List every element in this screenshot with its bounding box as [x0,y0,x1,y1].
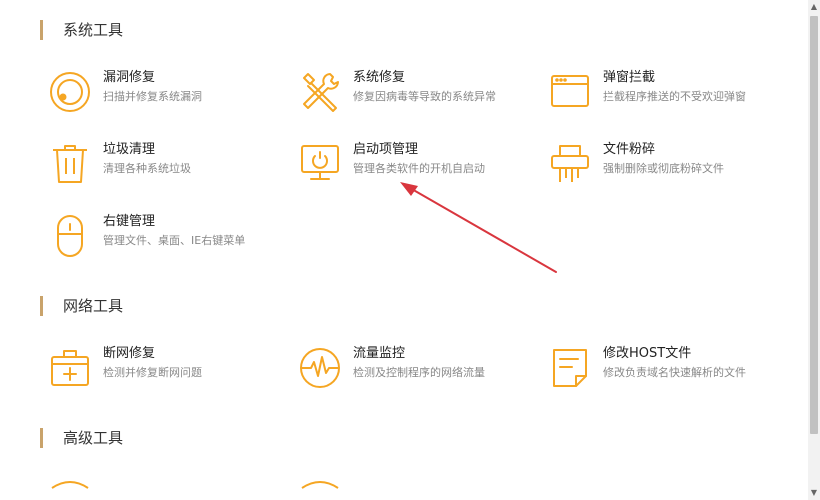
tool-desc: 拦截程序推送的不受欢迎弹窗 [603,90,746,103]
tool-network-repair[interactable]: 断网修复 检测并修复断网问题 [48,346,288,392]
tool-startup-manager[interactable]: 启动项管理 管理各类软件的开机自启动 [298,142,538,188]
first-aid-kit-icon [48,346,92,390]
shredder-icon [548,142,592,186]
tool-name: 启动项管理 [353,142,419,157]
tool-desc: 强制删除或彻底粉碎文件 [603,162,724,175]
trash-can-icon [48,142,92,186]
partial-icon [298,478,342,500]
tool-system-repair[interactable]: 系统修复 修复因病毒等导致的系统异常 [298,70,538,116]
tool-desc: 修改负责域名快速解析的文件 [603,366,746,379]
tool-edit-host-file[interactable]: 修改HOST文件 修改负责域名快速解析的文件 [548,346,788,392]
tool-name: 漏洞修复 [103,70,156,85]
section-title-system-tools: 系统工具 [40,20,123,40]
tool-name: 弹窗拦截 [603,70,656,85]
section-title-advanced-tools: 高级工具 [40,428,123,448]
monitor-power-icon [298,142,342,186]
tool-name: 右键管理 [103,214,156,229]
document-edit-icon [548,346,592,390]
tool-desc: 扫描并修复系统漏洞 [103,90,202,103]
tool-name: 系统修复 [353,70,406,85]
tool-name: 流量监控 [353,346,406,361]
vertical-scrollbar[interactable]: ▲ ▼ [808,0,820,500]
tool-file-shredder[interactable]: 文件粉碎 强制删除或彻底粉碎文件 [548,142,788,188]
tool-right-click-manager[interactable]: 右键管理 管理文件、桌面、IE右键菜单 [48,214,288,260]
section-title-network-tools: 网络工具 [40,296,123,316]
shield-target-icon [48,70,92,114]
tool-desc: 管理各类软件的开机自启动 [353,162,485,175]
tool-advanced-2[interactable] [298,478,538,500]
partial-icon [48,478,92,500]
tool-vulnerability-repair[interactable]: 漏洞修复 扫描并修复系统漏洞 [48,70,288,116]
tool-desc: 修复因病毒等导致的系统异常 [353,90,496,103]
tool-desc: 管理文件、桌面、IE右键菜单 [103,234,246,247]
tool-desc: 检测及控制程序的网络流量 [353,366,485,379]
tool-name: 断网修复 [103,346,156,361]
window-popup-icon [548,70,592,114]
tool-traffic-monitor[interactable]: 流量监控 检测及控制程序的网络流量 [298,346,538,392]
tool-popup-blocker[interactable]: 弹窗拦截 拦截程序推送的不受欢迎弹窗 [548,70,788,116]
tool-name: 文件粉碎 [603,142,656,157]
scrollbar-thumb[interactable] [810,16,818,434]
tool-advanced-1[interactable] [48,478,288,500]
tool-junk-cleanup[interactable]: 垃圾清理 清理各种系统垃圾 [48,142,288,188]
mouse-icon [48,214,92,258]
tools-panel: 系统工具 漏洞修复 扫描并修复系统漏洞 系统修复 修复因病毒等导致的系统异常 弹… [0,0,808,500]
scroll-up-arrow-icon[interactable]: ▲ [808,0,820,14]
tool-name: 垃圾清理 [103,142,156,157]
tool-desc: 清理各种系统垃圾 [103,162,191,175]
scroll-down-arrow-icon[interactable]: ▼ [808,486,820,500]
tool-name: 修改HOST文件 [603,346,692,361]
tool-desc: 检测并修复断网问题 [103,366,202,379]
pulse-wave-icon [298,346,342,390]
wrench-screwdriver-icon [298,70,342,114]
